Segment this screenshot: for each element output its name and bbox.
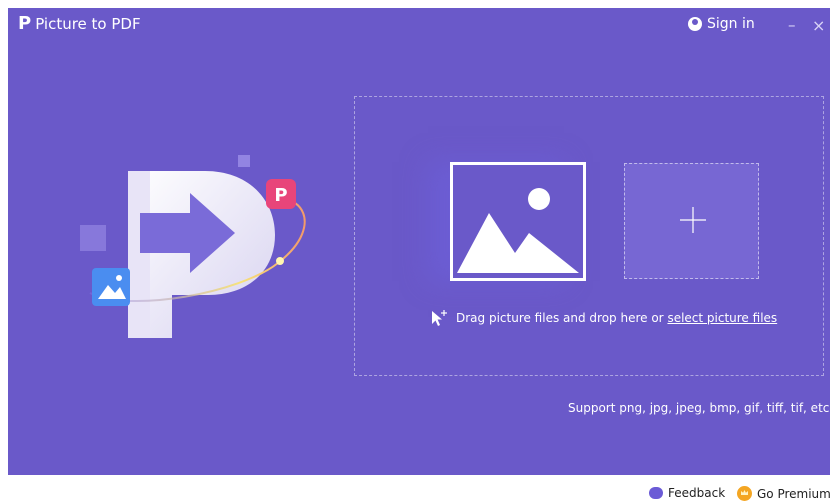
supported-formats-text: Support png, jpg, jpeg, bmp, gif, tiff, …: [568, 401, 830, 415]
go-premium-button[interactable]: Go Premium: [737, 486, 830, 501]
feedback-button[interactable]: Feedback: [649, 486, 725, 500]
orbit-glow: [276, 257, 284, 265]
picture-icon: [457, 188, 579, 273]
image-badge: [92, 268, 130, 306]
select-picture-files-link[interactable]: select picture files: [667, 311, 777, 325]
cursor-plus-icon: [432, 310, 447, 326]
close-button[interactable]: ×: [812, 18, 825, 34]
add-picture-button[interactable]: [624, 163, 759, 279]
title-bar: P Picture to PDF Sign in – ×: [8, 8, 830, 42]
drop-zone[interactable]: Drag picture files and drop here or sele…: [354, 96, 824, 376]
plus-icon: [680, 207, 706, 233]
user-icon: [688, 17, 702, 31]
app-title-text: Picture to PDF: [35, 15, 141, 33]
hero-illustration: P: [80, 155, 306, 338]
pdf-badge-glyph: P: [274, 185, 287, 206]
app-logo-icon: P: [18, 13, 32, 34]
go-premium-label: Go Premium: [757, 486, 830, 501]
feedback-label: Feedback: [668, 486, 726, 500]
sign-in-label: Sign in: [707, 16, 755, 32]
picture-placeholder: [450, 162, 586, 281]
image-badge-sun: [116, 275, 122, 281]
deco-square-1: [80, 225, 106, 251]
drop-hint: Drag picture files and drop here or sele…: [430, 309, 777, 327]
sign-in-button[interactable]: Sign in: [688, 16, 755, 32]
app-window: P Picture to PDF Sign in – × P Drag pict…: [8, 8, 830, 475]
minimize-button[interactable]: –: [788, 18, 796, 33]
deco-square-2: [238, 155, 250, 167]
chat-icon: [649, 487, 663, 499]
crown-icon: [737, 486, 752, 501]
p-inner-shadow: [128, 171, 150, 338]
app-title: P Picture to PDF: [18, 13, 141, 34]
drag-text: Drag picture files and drop here or: [456, 311, 668, 325]
